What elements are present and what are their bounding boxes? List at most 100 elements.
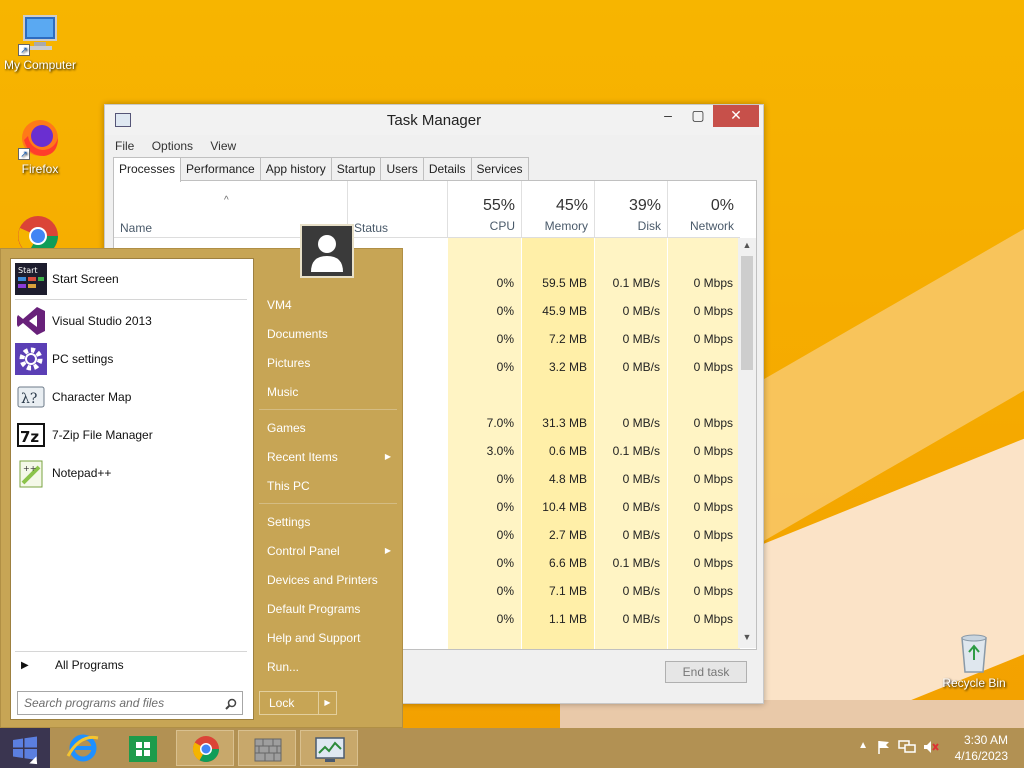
tab-app-history[interactable]: App history — [259, 157, 332, 181]
place-this-pc[interactable]: This PC — [267, 476, 397, 496]
tab-services[interactable]: Services — [470, 157, 529, 181]
network-icon[interactable] — [898, 739, 916, 758]
cell-cpu: 0% — [496, 360, 514, 374]
menu-options[interactable]: Options — [152, 135, 193, 157]
tab-startup[interactable]: Startup — [330, 157, 382, 181]
place-control-panel[interactable]: Control Panel ▶ — [267, 541, 397, 561]
start-item-character-map[interactable]: λ? Character Map — [15, 379, 251, 415]
start-item-label: Visual Studio 2013 — [52, 314, 152, 328]
title-bar[interactable]: Task Manager – ▢ ✕ — [105, 105, 763, 135]
cell-memory: 0.6 MB — [548, 444, 587, 458]
tab-processes[interactable]: Processes — [113, 157, 182, 182]
volume-muted-icon[interactable] — [922, 739, 940, 758]
search-input[interactable]: Search programs and files — [17, 691, 243, 715]
place-vm4[interactable]: VM4 — [267, 295, 397, 315]
taskbar-task-manager[interactable] — [300, 730, 358, 766]
task-manager-icon — [315, 737, 345, 762]
cell-memory: 6.6 MB — [548, 556, 587, 570]
start-button[interactable] — [0, 728, 50, 768]
cell-cpu: 0% — [496, 500, 514, 514]
cell-network: 0 Mbps — [693, 584, 733, 598]
desktop-icon-my-computer[interactable]: ↗ My Computer — [0, 12, 80, 72]
desktop-icon-recycle-bin[interactable]: Recycle Bin — [934, 630, 1014, 690]
chrome-icon[interactable] — [16, 214, 60, 248]
all-programs-button[interactable]: ▶ All Programs — [15, 652, 251, 678]
close-button[interactable]: ✕ — [713, 105, 759, 127]
start-item-notepadpp[interactable]: ++ Notepad++ — [15, 455, 251, 491]
place-music[interactable]: Music — [267, 382, 397, 402]
cell-network — [668, 241, 740, 269]
svg-text:7z: 7z — [20, 428, 39, 446]
cell-network: 0 Mbps — [693, 472, 733, 486]
place-default-programs[interactable]: Default Programs — [267, 599, 397, 619]
tab-details[interactable]: Details — [422, 157, 472, 181]
desktop-icon-firefox[interactable]: ↗ Firefox — [0, 116, 80, 176]
place-games[interactable]: Games — [267, 418, 397, 438]
scroll-down-icon[interactable]: ▼ — [741, 632, 753, 646]
lock-options-arrow-icon[interactable]: ▶ — [318, 692, 336, 714]
cell-network: 0 Mbps — [693, 444, 733, 458]
minimize-button[interactable]: – — [653, 105, 683, 127]
cell-network: 0 Mbps — [693, 304, 733, 318]
taskbar-store[interactable] — [114, 730, 172, 766]
action-center-flag-icon[interactable] — [876, 739, 892, 758]
start-item-label: Start Screen — [52, 272, 119, 286]
taskbar-internet-explorer[interactable] — [54, 730, 112, 766]
cell-network: 0 Mbps — [693, 500, 733, 514]
lock-button[interactable]: Lock ▶ — [259, 691, 337, 715]
menu-file[interactable]: File — [115, 135, 134, 157]
separator — [259, 409, 397, 410]
taskbar-chrome[interactable] — [176, 730, 234, 766]
cell-network: 0 Mbps — [693, 528, 733, 542]
end-task-button[interactable]: End task — [665, 661, 747, 683]
cell-disk: 0 MB/s — [622, 584, 660, 598]
place-help-and-support[interactable]: Help and Support — [267, 628, 397, 648]
menu-bar: File Options View — [105, 135, 763, 157]
separator — [15, 299, 247, 300]
start-item-visual-studio[interactable]: Visual Studio 2013 — [15, 303, 251, 339]
place-pictures[interactable]: Pictures — [267, 353, 397, 373]
cell-network: 0 Mbps — [693, 276, 733, 290]
start-item-7zip[interactable]: 7z 7-Zip File Manager — [15, 417, 251, 453]
start-item-start-screen[interactable]: Start Start Screen — [15, 261, 251, 297]
cell-memory: 45.9 MB — [542, 304, 587, 318]
scroll-up-icon[interactable]: ▲ — [741, 240, 753, 254]
column-header-status[interactable]: Status — [348, 181, 448, 237]
cell-memory — [522, 381, 594, 409]
windows-logo-icon — [13, 736, 37, 760]
column-header-network[interactable]: 0% Network — [668, 181, 740, 237]
start-item-pc-settings[interactable]: PC settings — [15, 341, 251, 377]
firefox-icon: ↗ — [18, 116, 62, 160]
taskbar-firewall[interactable] — [238, 730, 296, 766]
vertical-scrollbar[interactable]: ▲ ▼ — [738, 238, 756, 648]
cell-memory — [522, 241, 594, 269]
show-hidden-icons-icon[interactable]: ▲ — [858, 740, 868, 751]
place-settings[interactable]: Settings — [267, 512, 397, 532]
maximize-button[interactable]: ▢ — [683, 105, 713, 127]
cell-memory: 1.1 MB — [548, 612, 587, 626]
column-header-memory[interactable]: 45% Memory — [522, 181, 595, 237]
search-icon[interactable] — [225, 692, 237, 714]
cell-disk: 0 MB/s — [622, 360, 660, 374]
cell-cpu: 0% — [496, 332, 514, 346]
tab-users[interactable]: Users — [380, 157, 424, 181]
place-run[interactable]: Run... — [267, 657, 397, 677]
cell-cpu: 0% — [496, 584, 514, 598]
cell-network: 0 Mbps — [693, 612, 733, 626]
user-avatar[interactable] — [300, 224, 354, 278]
tab-performance[interactable]: Performance — [180, 157, 261, 181]
firewall-icon — [254, 738, 282, 762]
menu-view[interactable]: View — [210, 135, 236, 157]
visual-studio-icon — [15, 305, 47, 337]
place-documents[interactable]: Documents — [267, 324, 397, 344]
cell-network: 0 Mbps — [693, 556, 733, 570]
chrome-icon — [192, 736, 220, 763]
place-devices-and-printers[interactable]: Devices and Printers — [267, 570, 397, 590]
clock[interactable]: 3:30 AM 4/16/2023 — [955, 732, 1008, 764]
column-header-disk[interactable]: 39% Disk — [595, 181, 668, 237]
cell-cpu: 0% — [496, 276, 514, 290]
column-header-cpu[interactable]: 55% CPU — [448, 181, 522, 237]
scroll-thumb[interactable] — [741, 256, 753, 370]
place-recent-items[interactable]: Recent Items ▶ — [267, 447, 397, 467]
7zip-icon: 7z — [15, 419, 47, 451]
